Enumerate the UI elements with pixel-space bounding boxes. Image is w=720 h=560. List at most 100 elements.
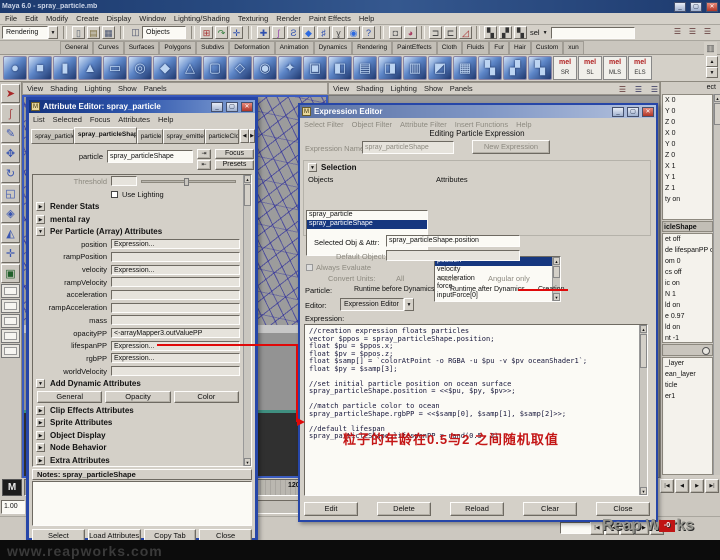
rotate-tool-icon[interactable]: ↻ xyxy=(1,164,20,183)
layout-four-pane-button[interactable] xyxy=(1,299,20,313)
channel-row[interactable]: om 0 xyxy=(663,256,712,267)
menu-lighting-shading[interactable]: Lighting/Shading xyxy=(174,14,230,23)
expand-arrow-icon[interactable]: ▶ xyxy=(36,202,45,211)
expression-scrollbar[interactable]: ▲ ▼ xyxy=(639,325,647,495)
expression-name-field[interactable]: spray_particleShape xyxy=(362,141,454,154)
poly-prism-icon[interactable]: ◆ xyxy=(153,56,177,80)
save-scene-icon[interactable]: ▦ xyxy=(102,26,115,39)
shelf-tab-fur[interactable]: Fur xyxy=(489,41,509,54)
help-icon[interactable]: ? xyxy=(362,26,375,39)
render-flag-icon[interactable]: ▚ xyxy=(478,56,502,80)
attribute-item-inputforce-0[interactable]: inputForce[0] xyxy=(435,292,552,301)
channel-row[interactable]: Y 1 xyxy=(663,172,712,183)
poly-pyramid-icon[interactable]: △ xyxy=(178,56,202,80)
menu-file[interactable]: File xyxy=(5,14,17,23)
scrollbar-thumb[interactable] xyxy=(244,184,251,206)
split-icon[interactable]: ▦ xyxy=(453,56,477,80)
panel-menu-view[interactable]: View xyxy=(27,84,43,93)
attribute-item-inputforce-1[interactable]: inputForce[1] xyxy=(435,301,552,302)
construction-history-icon[interactable]: ✚ xyxy=(257,26,270,39)
ee-menu-attribute-filter[interactable]: Attribute Filter xyxy=(400,120,447,129)
edit-button[interactable]: Edit xyxy=(304,502,358,516)
arrow-in-button[interactable]: ⇥ xyxy=(197,149,211,159)
poly-cube-icon[interactable]: ■ xyxy=(28,56,52,80)
channel-row[interactable]: cs off xyxy=(663,267,712,278)
expand-arrow-icon[interactable]: ▶ xyxy=(36,215,45,224)
shelf-tab-custom[interactable]: Custom xyxy=(531,41,563,54)
attr-field-acceleration[interactable] xyxy=(111,290,240,300)
minimize-button[interactable]: _ xyxy=(612,107,624,117)
ee-menu-object-filter[interactable]: Object Filter xyxy=(352,120,392,129)
channel-row[interactable]: Z 1 xyxy=(663,183,712,194)
ae-tab-spray-emitter[interactable]: spray_emitter xyxy=(163,129,205,144)
notes-textarea[interactable] xyxy=(32,481,252,526)
layer-item[interactable]: ticle xyxy=(663,380,712,391)
wand-icon[interactable]: ɣ xyxy=(332,26,345,39)
menu-help[interactable]: Help xyxy=(359,14,374,23)
channel-row[interactable]: Z 0 xyxy=(663,150,712,161)
object-item-spray-particleshape[interactable]: spray_particleShape xyxy=(307,220,427,229)
poly-sphere-icon[interactable]: ● xyxy=(3,56,27,80)
collapse-arrow-icon[interactable]: ▼ xyxy=(36,379,45,388)
close-button[interactable]: Close xyxy=(596,502,650,516)
current-tool-icon[interactable]: ▣ xyxy=(1,264,20,283)
channel-row[interactable]: ic on xyxy=(663,278,712,289)
delete-button[interactable]: Delete xyxy=(377,502,431,516)
app-maximize-button[interactable]: ▢ xyxy=(690,2,702,12)
layer-item[interactable]: ean_layer xyxy=(663,369,712,380)
grid-display-icon[interactable]: ♯ xyxy=(317,26,330,39)
app-close-button[interactable]: ✕ xyxy=(706,2,718,12)
new-scene-icon[interactable]: ▯ xyxy=(72,26,85,39)
trash-icon[interactable]: ▥ xyxy=(704,42,717,55)
show-tool-settings-toggle[interactable]: ☰ xyxy=(686,26,699,39)
shelf-tab-subdivs[interactable]: Subdivs xyxy=(196,41,229,54)
general-button[interactable]: General xyxy=(37,391,102,403)
menu-display[interactable]: Display xyxy=(107,14,132,23)
channel-row[interactable]: Y 0 xyxy=(663,106,712,117)
section-clip-effects-attributes[interactable]: ▶Clip Effects Attributes xyxy=(33,404,251,417)
shelf-tab-general[interactable]: General xyxy=(60,41,93,54)
attr-field-position[interactable]: Expression... xyxy=(111,239,240,249)
menu-window[interactable]: Window xyxy=(139,14,166,23)
tab-scroll-left-icon[interactable]: ◀ xyxy=(240,129,249,143)
channel-row[interactable]: X 0 xyxy=(663,95,712,106)
list-toggle-icon[interactable]: ☰ xyxy=(632,84,645,97)
attributes-scrollbar[interactable]: ▲ ▼ xyxy=(552,257,560,301)
curve-snap-icon[interactable]: Ƨ xyxy=(287,26,300,39)
attr-field-rampvelocity[interactable] xyxy=(111,277,240,287)
reload-button[interactable]: Reload xyxy=(450,502,504,516)
input-connections-icon[interactable]: ʃ xyxy=(272,26,285,39)
snap-point-icon[interactable]: ✛ xyxy=(230,26,243,39)
channel-row[interactable]: N 1 xyxy=(663,289,712,300)
expression-textarea[interactable]: //creation expression floats particlesve… xyxy=(304,324,648,496)
shelf-mel-mls[interactable]: melMLS xyxy=(603,56,627,80)
editor-dropdown[interactable]: Expression Editor ▼ xyxy=(340,298,414,311)
scroll-down-icon[interactable]: ▼ xyxy=(553,293,560,301)
tab-scroll-right-icon[interactable]: ▶ xyxy=(249,129,255,143)
presets-button[interactable]: Presets xyxy=(215,160,254,170)
subdiv-cube-icon[interactable]: ▣ xyxy=(303,56,327,80)
layout-two-pane-stacked-button[interactable] xyxy=(1,329,20,343)
object-item-spray-particle[interactable]: spray_particle xyxy=(307,211,427,220)
color-wheel-icon[interactable]: ◕ xyxy=(404,26,417,39)
scroll-down-icon[interactable]: ▼ xyxy=(640,487,647,495)
menu-render[interactable]: Render xyxy=(276,14,301,23)
section-sprite-attributes[interactable]: ▶Sprite Attributes xyxy=(33,416,251,429)
attr-field-opacitypp[interactable]: <-arrayMapper3.outValuePP xyxy=(111,328,240,338)
extrude-icon[interactable]: ▤ xyxy=(353,56,377,80)
range-start-field[interactable]: 1.00 xyxy=(1,500,25,514)
shelf-mel-els[interactable]: melELS xyxy=(628,56,652,80)
scrollbar-thumb[interactable] xyxy=(553,266,560,278)
paint-select-tool-icon[interactable]: ✎ xyxy=(1,124,20,143)
scroll-up-icon[interactable]: ▲ xyxy=(714,94,720,102)
channel-row[interactable]: e 0.97 xyxy=(663,311,712,322)
select-tool-icon[interactable]: ➤ xyxy=(1,84,20,103)
layout-single-pane-button[interactable] xyxy=(1,284,20,298)
ipr-render-icon[interactable]: ▞ xyxy=(499,26,512,39)
shelf-tab-hair[interactable]: Hair xyxy=(509,41,531,54)
ae-menu-help[interactable]: Help xyxy=(158,115,173,124)
combine-icon[interactable]: ◩ xyxy=(428,56,452,80)
app-titlebar[interactable]: Maya 6.0 - spray_particle.mb _ ▢ ✕ xyxy=(0,0,720,13)
poly-torus-icon[interactable]: ◎ xyxy=(128,56,152,80)
shelf-tab-dynamics[interactable]: Dynamics xyxy=(314,41,353,54)
